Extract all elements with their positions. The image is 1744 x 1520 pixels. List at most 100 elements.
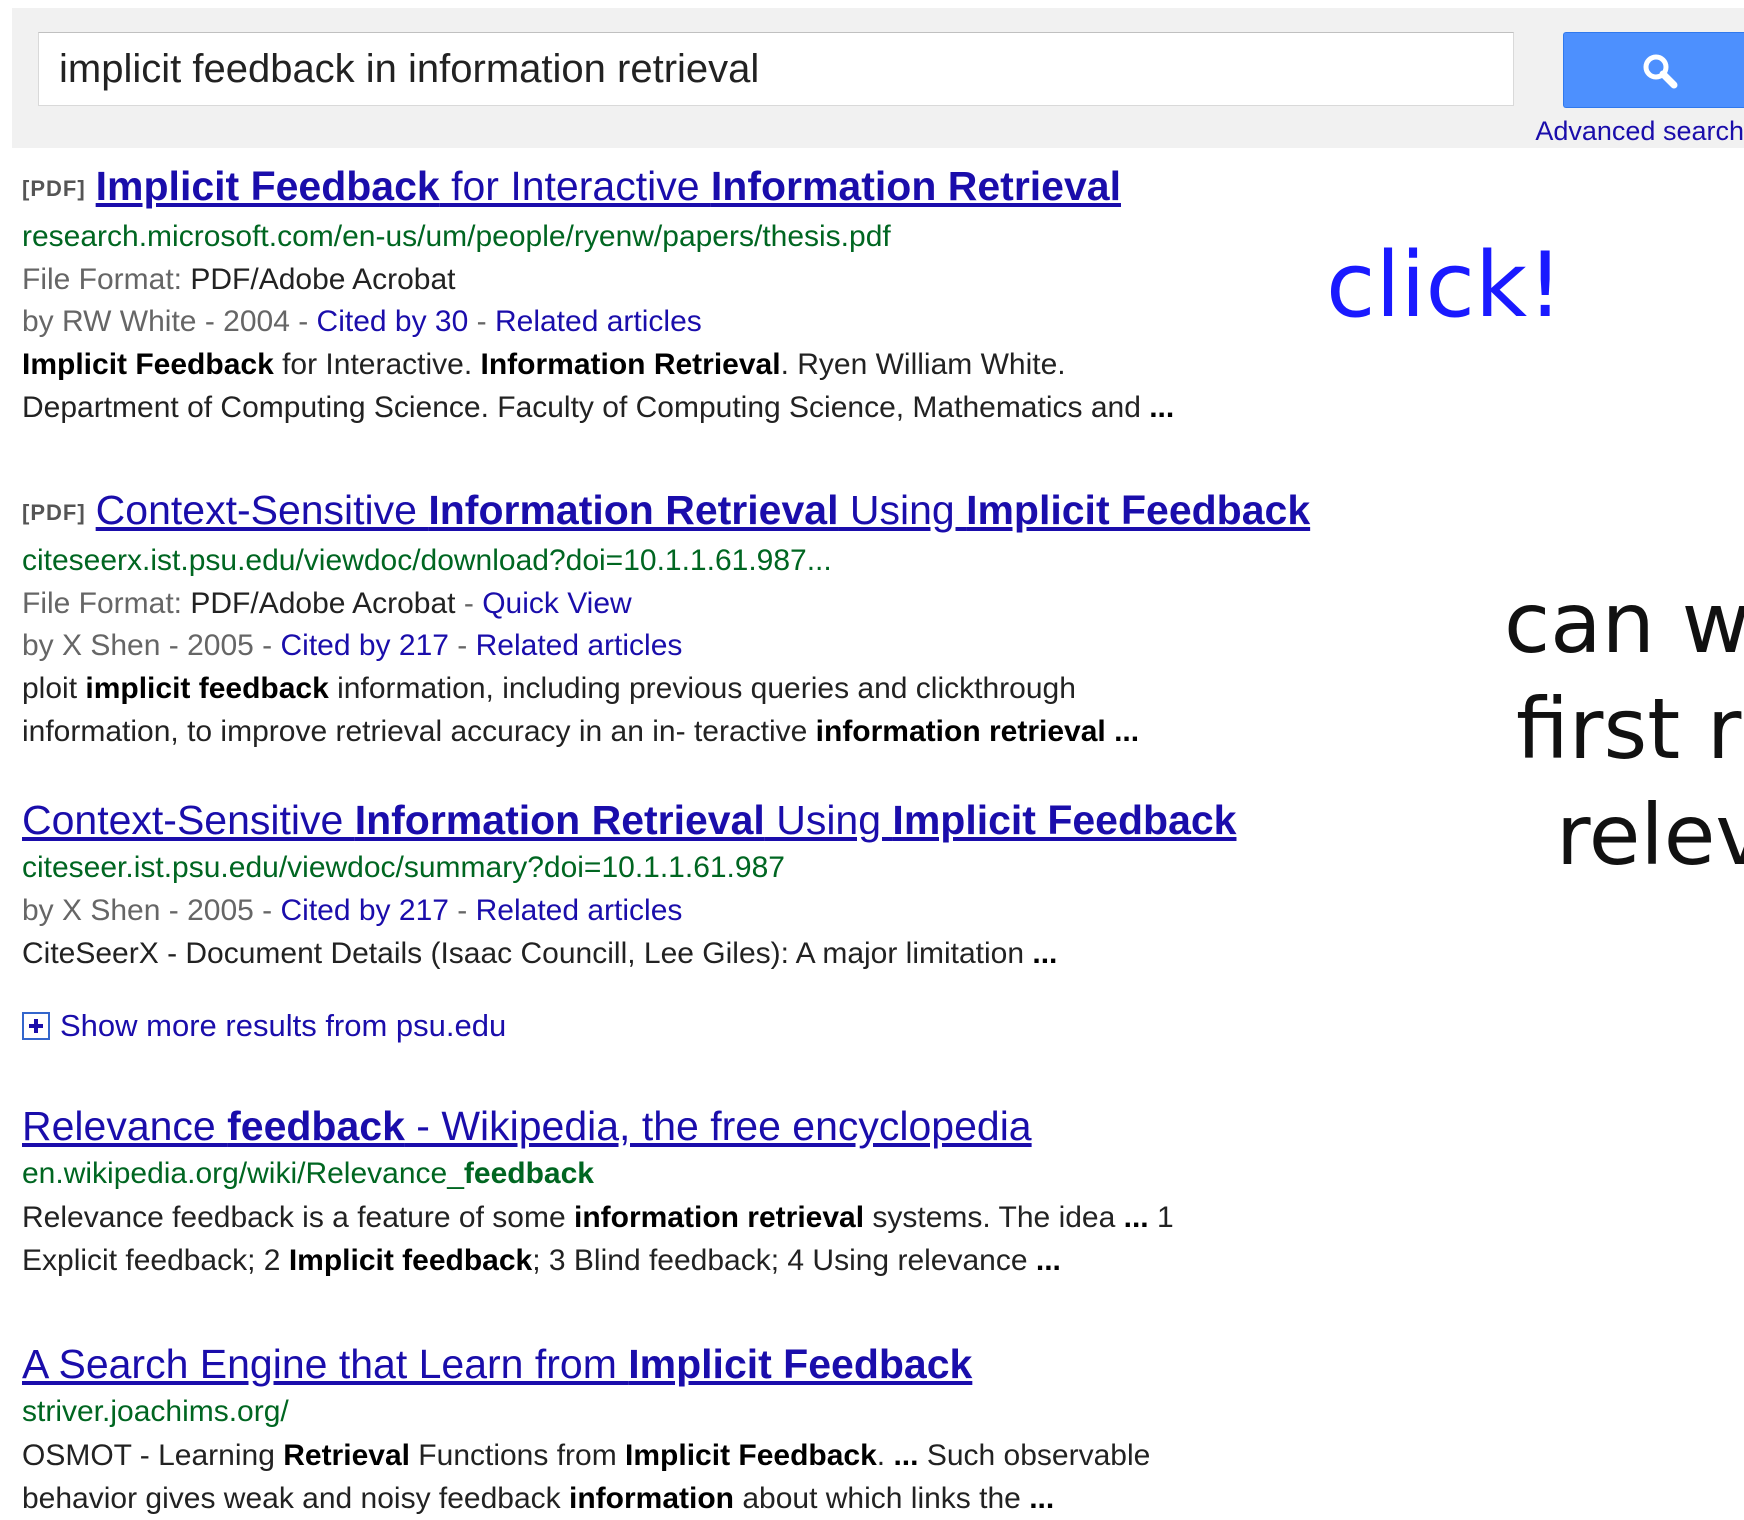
plus-icon [22,1012,50,1040]
snippet-part: Relevance feedback is a feature of some [22,1201,574,1234]
byline-text: by X Shen - 2005 - [22,894,281,927]
snippet-line: Explicit feedback; 2 Implicit feedback; … [22,1239,1382,1282]
pdf-tag: [PDF] [22,500,86,526]
snippet-part: . Ryen William White. [780,348,1066,382]
result-item: Context-Sensitive Information Retrieval … [22,794,1382,975]
related-articles-link[interactable]: Related articles [476,629,683,662]
snippet-part: Such observable [918,1439,1151,1472]
snippet-part: ... [1105,715,1140,749]
result-title-link[interactable]: A Search Engine that Learn from Implicit… [22,1341,972,1387]
snippet-part: for Interactive. [273,348,481,382]
result-url: research.microsoft.com/en-us/um/people/r… [22,220,891,254]
result-title-line: [PDF] Context-Sensitive Information Retri… [22,484,1382,539]
result-title-link[interactable]: Context-Sensitive Information Retrieval … [22,797,1236,843]
snippet-part: Implicit feedback [288,1244,533,1277]
cited-by-link[interactable]: Cited by 217 [281,894,449,927]
snippet-line: OSMOT - Learning Retrieval Functions fro… [22,1434,1382,1477]
separator: - [448,894,476,927]
snippet-line: CiteSeerX - Document Details (Isaac Coun… [22,932,1382,975]
snippet-part: information, to improve retrieval accura… [22,715,816,749]
title-part: Implicit Feedback [628,1341,973,1387]
related-articles-link[interactable]: Related articles [495,305,702,338]
file-format-value: PDF/Adobe Acrobat [190,263,456,297]
snippet-line: Relevance feedback is a feature of some … [22,1196,1382,1239]
title-part: Implicit Feedback [966,487,1311,533]
url-part: en.wikipedia.org/wiki/Relevance_ [22,1157,464,1190]
snippet-part: Implicit Feedback [22,348,274,382]
url-part: feedback [463,1157,594,1190]
snippet-part: systems. The idea [864,1201,1124,1234]
title-part: Information Retrieval [354,797,765,843]
snippet-part: ... [1123,1201,1149,1234]
title-part: Context-Sensitive [95,487,429,533]
snippet-part: ... [1029,1482,1055,1515]
search-input[interactable] [38,32,1514,106]
annotation-line: can w [1504,574,1744,672]
separator: - [448,629,476,663]
separator: - [455,587,483,621]
byline: by X Shen - 2005 - Cited by 217 - Relate… [22,890,1382,932]
title-part: Information Retrieval [428,487,839,533]
result-title-line: A Search Engine that Learn from Implicit… [22,1338,1382,1390]
snippet-part: ploit [22,672,86,706]
result-item: [PDF] Implicit Feedback for Interactive I… [22,160,1382,429]
cited-by-link[interactable]: Cited by 30 [317,305,469,338]
title-part: for Interactive [439,163,711,209]
file-format: File Format: PDF/Adobe Acrobat [22,259,1382,301]
file-format-value: PDF/Adobe Acrobat [190,587,456,621]
result-title-link[interactable]: Implicit Feedback for Interactive Inform… [96,163,1121,209]
snippet-part: Department of Computing Science. Faculty… [22,391,1150,425]
snippet-line: ploit implicit feedback information, inc… [22,667,1382,710]
result-item: [PDF] Context-Sensitive Information Retri… [22,484,1382,753]
title-part: Using [838,487,967,533]
advanced-search-link[interactable]: Advanced search [1535,116,1744,147]
byline: by RW White - 2004 - Cited by 30 - Relat… [22,301,1382,343]
snippet-part: OSMOT - Learning [22,1439,284,1472]
snippet-part: Information Retrieval [480,348,781,382]
snippet-part: Retrieval [283,1439,410,1472]
result-url: citeseer.ist.psu.edu/viewdoc/summary?doi… [22,851,785,884]
snippet-part: Functions from [409,1439,626,1472]
search-button[interactable] [1563,32,1744,108]
cited-by-link[interactable]: Cited by 217 [281,629,449,662]
snippet-part: Implicit Feedback [625,1439,877,1472]
snippet-part: information [569,1482,735,1515]
title-part: A Search Engine that Learn from [22,1341,629,1387]
annotation-line: relev [1556,786,1744,884]
file-format-label: File Format: [22,263,191,297]
separator: - [468,305,495,339]
related-articles-link[interactable]: Related articles [476,894,683,927]
snippet-part: ... [1035,1244,1061,1277]
snippet-line: Department of Computing Science. Faculty… [22,386,1382,429]
snippet-part: ... [1032,937,1058,970]
click-annotation: click! [1326,233,1564,338]
show-more-label: Show more results from psu.edu [60,1008,507,1043]
result-title-link[interactable]: Relevance feedback - Wikipedia, the free… [22,1103,1032,1149]
result-url: citeseerx.ist.psu.edu/viewdoc/download?d… [22,544,832,578]
snippet-part: implicit feedback [85,672,329,706]
snippet-part: information retrieval [573,1201,865,1234]
snippet-line: behavior gives weak and noisy feedback i… [22,1477,1382,1520]
snippet-part: Explicit feedback; 2 [22,1244,289,1277]
title-part: - Wikipedia, the free encyclopedia [404,1103,1032,1149]
file-format: File Format: PDF/Adobe Acrobat - Quick V… [22,583,1382,625]
snippet-part: about which links the [734,1482,1030,1515]
title-part: Information Retrieval [710,163,1121,209]
result-url: striver.joachims.org/ [22,1395,289,1428]
result-title-link[interactable]: Context-Sensitive Information Retrieval … [96,487,1310,533]
quick-view-link[interactable]: Quick View [482,587,632,620]
snippet-line: Implicit Feedback for Interactive. Infor… [22,343,1382,386]
title-part: feedback [227,1103,405,1149]
snippet-part: CiteSeerX - Document Details (Isaac Coun… [22,937,1033,970]
pdf-tag: [PDF] [22,176,86,202]
title-part: Implicit Feedback [892,797,1237,843]
result-title-line: Relevance feedback - Wikipedia, the free… [22,1100,1382,1152]
show-more-results-link[interactable]: Show more results from psu.edu [22,1004,722,1048]
snippet-part: information, including previous queries … [328,672,1076,706]
snippet-line: information, to improve retrieval accura… [22,710,1382,753]
title-part: Relevance [22,1103,228,1149]
snippet-part: ... [1149,391,1175,425]
byline: by X Shen - 2005 - Cited by 217 - Relate… [22,625,1382,667]
snippet-part: 1 [1148,1201,1174,1234]
snippet-part: ... [893,1439,919,1472]
